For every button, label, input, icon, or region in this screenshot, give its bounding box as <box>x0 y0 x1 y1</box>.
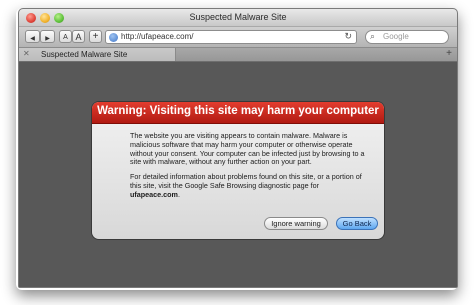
plus-icon: + <box>92 31 99 42</box>
toolbar: ◀ ▶ A A + http://ufapeace.com/ ↻ ⌕ Googl… <box>19 27 457 48</box>
tab-label: Suspected Malware Site <box>41 50 128 59</box>
new-tab-icon[interactable]: + <box>446 48 452 59</box>
warning-paragraph-1: The website you are visiting appears to … <box>130 131 365 167</box>
diagnostic-text: For detailed information about problems … <box>130 172 362 190</box>
back-button[interactable]: ◀ <box>25 30 40 43</box>
search-field[interactable]: ⌕ Google <box>365 30 449 44</box>
reload-icon[interactable]: ↻ <box>344 31 352 42</box>
go-back-button[interactable]: Go Back <box>336 217 378 230</box>
title-bar: Suspected Malware Site <box>19 9 457 27</box>
add-bookmark-button[interactable]: + <box>89 30 102 43</box>
page-content: Warning: Visiting this site may harm you… <box>19 62 457 287</box>
text-smaller-button[interactable]: A <box>59 30 72 43</box>
tab-bar: ✕ Suspected Malware Site + <box>19 48 457 62</box>
address-text: http://ufapeace.com/ <box>121 32 194 41</box>
warning-header: Warning: Visiting this site may harm you… <box>92 102 384 124</box>
back-arrow-icon: ◀ <box>30 36 35 42</box>
diagnostic-text-end: . <box>177 189 180 199</box>
warning-paragraph-2: For detailed information about problems … <box>130 172 366 199</box>
forward-arrow-icon: ▶ <box>45 36 50 42</box>
browser-window: Suspected Malware Site ◀ ▶ A A + http://… <box>18 8 458 288</box>
ignore-warning-button[interactable]: Ignore warning <box>264 217 328 230</box>
globe-icon <box>109 33 118 42</box>
forward-button[interactable]: ▶ <box>40 30 55 43</box>
text-bigger-button[interactable]: A <box>72 30 85 43</box>
address-bar[interactable]: http://ufapeace.com/ ↻ <box>105 30 357 44</box>
warning-body: The website you are visiting appears to … <box>130 131 366 206</box>
warning-title: Warning: Visiting this site may harm you… <box>97 105 379 117</box>
window-title: Suspected Malware Site <box>189 12 287 22</box>
malware-warning-dialog: Warning: Visiting this site may harm you… <box>92 102 384 239</box>
diagnostic-link[interactable]: ufapeace.com <box>130 190 178 199</box>
tab-suspected-malware-site[interactable]: ✕ Suspected Malware Site <box>19 48 176 61</box>
search-placeholder: Google <box>383 32 409 41</box>
search-icon: ⌕ <box>370 31 376 41</box>
close-tab-icon[interactable]: ✕ <box>23 49 30 58</box>
